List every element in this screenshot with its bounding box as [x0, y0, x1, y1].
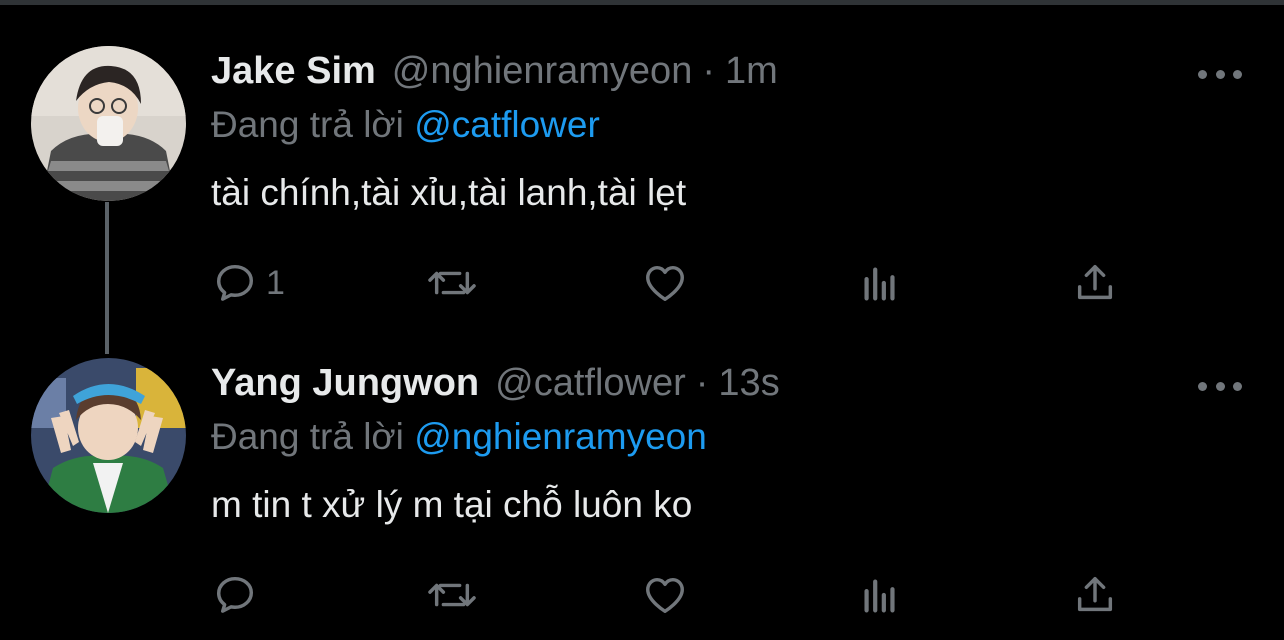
share-icon: [1077, 576, 1113, 612]
like-icon: [646, 577, 684, 614]
reply-count: 1: [266, 263, 285, 302]
action-bar: 1: [0, 258, 1284, 308]
tweet-jake-sim[interactable]: Jake Sim @nghienramyeon · 1m Đang trả lờ…: [0, 0, 1284, 354]
like-icon: [646, 265, 684, 302]
separator-dot: ·: [695, 362, 709, 404]
tweet-text: tài chính,tài xỉu,tài lanh,tài lẹt: [211, 172, 687, 213]
replying-to-label: Đang trả lời: [211, 104, 404, 145]
timestamp[interactable]: 1m: [725, 50, 778, 93]
avatar-photo: [31, 46, 186, 201]
views-icon: [864, 579, 895, 613]
tweet-header: Yang Jungwon @catflower · 13s: [211, 362, 780, 412]
views-button[interactable]: [858, 258, 902, 308]
reply-button[interactable]: [212, 570, 266, 620]
tweet-text: m tin t xử lý m tại chỗ luôn ko: [211, 484, 693, 525]
mention-link[interactable]: @nghienramyeon: [414, 416, 707, 457]
action-bar: [0, 570, 1284, 620]
timestamp[interactable]: 13s: [718, 362, 779, 405]
reply-icon: [216, 264, 254, 301]
retweet-icon: [428, 583, 476, 607]
more-icon[interactable]: [1198, 374, 1242, 398]
avatar[interactable]: [31, 46, 186, 201]
share-button[interactable]: [1072, 258, 1118, 308]
avatar[interactable]: [31, 358, 186, 513]
display-name[interactable]: Yang Jungwon: [211, 362, 479, 405]
views-icon: [864, 267, 895, 301]
share-button[interactable]: [1072, 570, 1118, 620]
display-name[interactable]: Jake Sim: [211, 50, 376, 93]
tweet-yang-jungwon[interactable]: Yang Jungwon @catflower · 13s Đang trả l…: [0, 320, 1284, 640]
share-icon: [1077, 264, 1113, 300]
user-handle[interactable]: @nghienramyeon: [392, 50, 693, 93]
retweet-icon: [428, 271, 476, 295]
avatar-photo: [31, 358, 186, 513]
replying-to-line: Đang trả lời @catflower: [211, 104, 600, 146]
retweet-button[interactable]: [424, 570, 480, 620]
user-handle[interactable]: @catflower: [495, 362, 686, 405]
separator-dot: ·: [702, 50, 715, 92]
mention-link[interactable]: @catflower: [414, 104, 600, 145]
reply-icon: [216, 576, 254, 613]
like-button[interactable]: [640, 258, 690, 308]
replying-to-line: Đang trả lời @nghienramyeon: [211, 416, 707, 458]
reply-button[interactable]: 1: [212, 258, 285, 308]
replying-to-label: Đang trả lời: [211, 416, 404, 457]
tweet-header: Jake Sim @nghienramyeon · 1m: [211, 50, 778, 100]
like-button[interactable]: [640, 570, 690, 620]
more-icon[interactable]: [1198, 62, 1242, 86]
views-button[interactable]: [858, 570, 902, 620]
retweet-button[interactable]: [424, 258, 480, 308]
